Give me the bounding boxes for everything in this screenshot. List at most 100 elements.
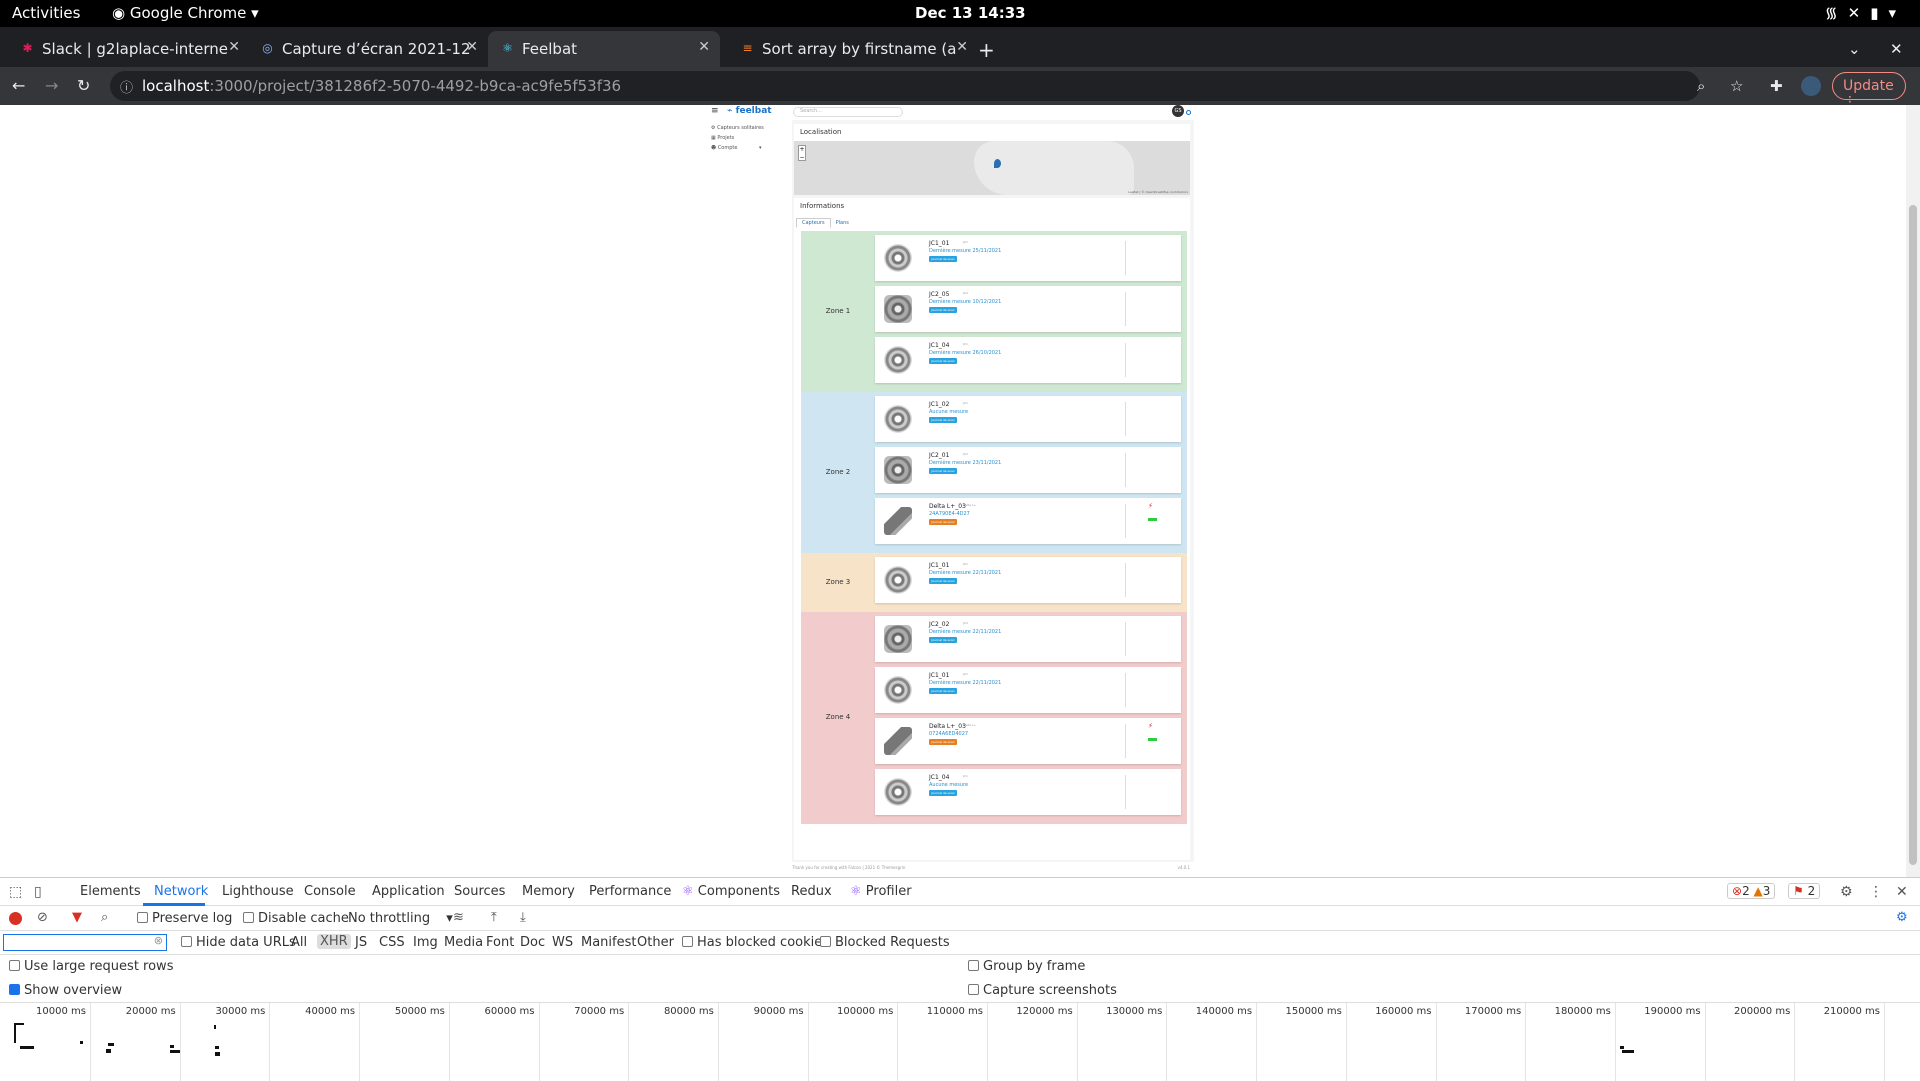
close-icon[interactable]: ✕ [698, 39, 710, 55]
network-conditions-icon[interactable]: ≋ [453, 910, 464, 925]
sensor-badge[interactable]: Journal de suivi [929, 637, 957, 643]
tab-capteurs[interactable]: Capteurs [796, 218, 831, 228]
sensor-badge[interactable]: Journal de suivi [929, 688, 957, 694]
type-filter-manifest[interactable]: Manifest [581, 935, 636, 950]
tab-slack[interactable]: ✱ Slack | g2laplace-interne ✕ [20, 31, 240, 67]
tab-search-icon[interactable]: ⌄ [1848, 31, 1868, 67]
disable-cache-checkbox[interactable]: Disable cache [243, 911, 349, 926]
preserve-log-checkbox[interactable]: Preserve log [137, 911, 232, 926]
type-filter-xhr[interactable]: XHR [317, 934, 351, 949]
map-marker-icon[interactable] [994, 159, 1001, 168]
tab-elements[interactable]: Elements [80, 884, 141, 899]
new-tab-button[interactable]: + [978, 29, 1008, 65]
search-input[interactable]: Search... [793, 107, 903, 117]
app-menu[interactable]: ◉ Google Chrome ▾ [112, 4, 259, 22]
tab-redux[interactable]: Redux [791, 884, 832, 899]
sensor-badge[interactable]: Journal de suivi [929, 578, 957, 584]
sensor-badge[interactable]: Journal de suivi [929, 519, 957, 525]
profile-avatar[interactable] [1801, 76, 1821, 96]
extensions-icon[interactable]: ✚ [1770, 77, 1783, 95]
sensor-badge[interactable]: Journal de suivi [929, 739, 957, 745]
capture-screenshots-checkbox[interactable]: Capture screenshots [968, 983, 1117, 998]
throttling-select[interactable]: No throttling ▾ [348, 911, 453, 926]
tab-stackoverflow[interactable]: ≡ Sort array by firstname (a ✕ [740, 31, 968, 67]
close-icon[interactable]: ✕ [956, 39, 968, 55]
tab-feelbat[interactable]: ⚛ Feelbat ✕ [488, 31, 720, 67]
show-overview-checkbox[interactable]: Show overview [9, 983, 122, 998]
sidebar-item-projets[interactable]: ▦ Projets [711, 135, 781, 145]
record-icon[interactable] [9, 912, 22, 925]
sensor-card[interactable]: JC2_01 JC2 Dernière mesure 23/11/2021 Journ… [875, 447, 1181, 493]
sensor-card[interactable]: JC1_01 JC1 Dernière mesure 22/11/2021 Journ… [875, 557, 1181, 603]
sensor-card[interactable]: JC1_02 JC1 Aucune mesure Journal de suivi [875, 396, 1181, 442]
sensor-card[interactable]: Delta L+_03 Delta L+ 24A790E4-4D27 Journal … [875, 498, 1181, 544]
inspect-element-icon[interactable]: ⬚ [9, 884, 22, 900]
sensor-card[interactable]: JC2_02 JC2 Dernière mesure 22/11/2021 Journ… [875, 616, 1181, 662]
sidebar-item-compte[interactable]: ☻ Compte ▾ [711, 145, 781, 155]
tab-console[interactable]: Console [304, 884, 356, 899]
tab-capture[interactable]: ◎ Capture d’écran 2021-12 ✕ [260, 31, 478, 67]
sensor-badge[interactable]: Journal de suivi [929, 417, 957, 423]
activities-button[interactable]: Activities [12, 4, 80, 22]
search-icon[interactable]: ⌕ [101, 910, 108, 925]
sensor-card[interactable]: JC1_01 JC1 Dernière mesure 22/11/2021 Journ… [875, 667, 1181, 713]
zoom-icon[interactable]: ⌕ [1697, 77, 1705, 95]
close-devtools-icon[interactable]: ✕ [1896, 884, 1908, 900]
sidebar-item-capteurs[interactable]: ⚙ Capteurs solitaires [711, 125, 781, 135]
map-attribution[interactable]: Leaflet | © OpenStreetMap contributors [1128, 190, 1188, 194]
hamburger-icon[interactable]: ≡ [711, 106, 719, 116]
console-counts[interactable]: ⊗2 ▲3 [1727, 883, 1776, 899]
tab-sources[interactable]: Sources [454, 884, 505, 899]
forward-icon[interactable]: → [45, 76, 58, 95]
back-icon[interactable]: ← [12, 76, 25, 95]
update-button[interactable]: Update ⋮ [1832, 72, 1906, 110]
type-filter-all[interactable]: All [291, 935, 307, 950]
reload-icon[interactable]: ↻ [77, 76, 90, 95]
scrollbar-thumb[interactable] [1909, 205, 1917, 865]
brand-logo[interactable]: ⌁ feelbat [727, 106, 772, 116]
window-close-icon[interactable]: ✕ [1890, 31, 1910, 67]
system-tray[interactable]: ᯾✕▮▾ [1825, 3, 1906, 23]
tab-memory[interactable]: Memory [522, 884, 575, 899]
hide-data-urls-checkbox[interactable]: Hide data URLs [181, 935, 296, 950]
sensor-badge[interactable]: Journal de suivi [929, 790, 957, 796]
settings-icon[interactable] [1186, 110, 1191, 115]
sensor-badge[interactable]: Journal de suivi [929, 256, 957, 262]
sensor-card[interactable]: Delta L+_03 Delta L+ 0724A6ED4027 Journal d… [875, 718, 1181, 764]
tab-lighthouse[interactable]: Lighthouse [222, 884, 294, 899]
sensor-card[interactable]: JC1_01 JC1 Dernière mesure 25/11/2021 Journ… [875, 235, 1181, 281]
clear-filter-icon[interactable]: ⊗ [154, 934, 163, 947]
type-filter-js[interactable]: JS [355, 935, 367, 950]
avatar[interactable]: GS [1172, 105, 1184, 117]
group-by-frame-checkbox[interactable]: Group by frame [968, 959, 1085, 974]
tab-components[interactable]: ⚛ Components [682, 884, 780, 899]
clear-icon[interactable]: ⊘ [37, 910, 48, 925]
type-filter-font[interactable]: Font [486, 935, 514, 950]
large-rows-checkbox[interactable]: Use large request rows [9, 959, 173, 974]
network-settings-icon[interactable]: ⚙ [1896, 910, 1908, 925]
type-filter-media[interactable]: Media [444, 935, 483, 950]
tab-performance[interactable]: Performance [589, 884, 671, 899]
bookmark-star-icon[interactable]: ☆ [1730, 77, 1743, 95]
blocked-requests-checkbox[interactable]: Blocked Requests [820, 935, 950, 950]
sensor-card[interactable]: JC1_04 JC1 Dernière mesure 26/10/2021 Journ… [875, 337, 1181, 383]
tab-application[interactable]: Application [372, 884, 445, 899]
settings-gear-icon[interactable]: ⚙ [1840, 884, 1853, 900]
clock[interactable]: Dec 13 14:33 [915, 4, 1026, 22]
tab-plans[interactable]: Plans [831, 219, 854, 227]
has-blocked-cookies-checkbox[interactable]: Has blocked cookies [682, 935, 829, 950]
sensor-badge[interactable]: Journal de suivi [929, 468, 957, 474]
export-har-icon[interactable]: ⤓ [520, 910, 526, 925]
sensor-badge[interactable]: Journal de suivi [929, 307, 957, 313]
info-icon[interactable]: ⓘ [120, 77, 133, 96]
type-filter-doc[interactable]: Doc [520, 935, 545, 950]
zoom-out-icon[interactable]: − [799, 154, 804, 161]
sensor-card[interactable]: JC1_04 JC1 Aucune mesure Journal de suivi [875, 769, 1181, 815]
tab-network[interactable]: Network [154, 884, 208, 899]
address-bar[interactable]: ⓘ localhost:3000/project/381286f2-5070-4… [110, 71, 1700, 101]
device-toolbar-icon[interactable]: ▯ [34, 884, 42, 900]
issues-badge[interactable]: ⚑ 2 [1788, 883, 1821, 899]
network-overview-timeline[interactable]: 10000 ms 20000 ms 30000 ms 40000 ms 50000 ms… [0, 1003, 1920, 1081]
type-filter-img[interactable]: Img [413, 935, 438, 950]
type-filter-other[interactable]: Other [637, 935, 674, 950]
